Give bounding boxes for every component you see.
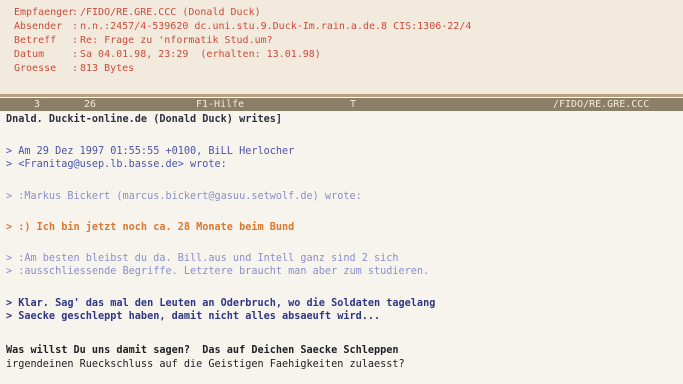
message-line: > Am 29 Dez 1997 01:55:55 +0100, BiLL He…: [6, 146, 295, 157]
header-divider: [0, 94, 683, 97]
status-line-number: 3: [34, 99, 41, 110]
message-line: > :Am besten bleibst du da. Bill.aus und…: [6, 253, 399, 264]
status-column-number: 26: [84, 99, 97, 110]
status-bar: 3 26 F1-Hilfe T /FIDO/RE.GRE.CCC: [0, 98, 683, 111]
header-row-subject: Betreff: Re: Frage zu 'nformatik Stud.um?: [14, 35, 273, 46]
header-row-sender: Absender: n.n.:2457/4-539620 dc.uni.stu.9…: [14, 21, 472, 32]
message-line: irgendeinen Rueckschluss auf die Geistig…: [6, 359, 405, 370]
message-line: Was willst Du uns damit sagen? Das auf D…: [6, 345, 399, 356]
sender-label: Absender: [14, 21, 63, 32]
message-line: > <Franitag@usep.lb.basse.de> wrote:: [6, 159, 227, 170]
size-value: 813 Bytes: [80, 63, 135, 74]
header-row-date: Datum: Sa 04.01.98, 23:29 (erhalten: 13.0…: [14, 49, 321, 60]
status-help-hint[interactable]: F1-Hilfe: [196, 98, 244, 111]
subject-label: Betreff: [14, 35, 57, 46]
from-label: Empfaenger: [14, 7, 75, 18]
date-label: Datum: [14, 49, 45, 60]
message-line: Dnald. Duckit-online.de (Donald Duck) wr…: [6, 114, 283, 125]
message-header: Empfaenger:/FIDO/RE.GRE.CCC (Donald Duck…: [0, 0, 683, 96]
message-line: > Klar. Sag' das mal den Leuten an Oderb…: [6, 298, 436, 309]
message-line: > :Markus Bickert (marcus.bickert@gasuu.…: [6, 191, 362, 202]
header-row-from: Empfaenger:/FIDO/RE.GRE.CCC (Donald Duck…: [14, 7, 261, 18]
status-area-name: /FIDO/RE.GRE.CCC: [553, 99, 650, 110]
subject-value: Re: Frage zu 'nformatik Stud.um?: [80, 35, 273, 46]
message-line: > :) Ich bin jetzt noch ca. 28 Monate be…: [6, 222, 295, 233]
message-body: Dnald. Duckit-online.de (Donald Duck) wr…: [0, 111, 683, 384]
from-value: /FIDO/RE.GRE.CCC (Donald Duck): [80, 7, 261, 18]
message-line: > Saecke geschleppt haben, damit nicht a…: [6, 311, 381, 322]
message-viewer-window: Empfaenger:/FIDO/RE.GRE.CCC (Donald Duck…: [0, 0, 683, 384]
date-value: Sa 04.01.98, 23:29 (erhalten: 13.01.98): [80, 49, 321, 60]
size-label: Groesse: [14, 63, 57, 74]
message-line: > :ausschliessende Begriffe. Letztere br…: [6, 266, 430, 277]
header-row-size: Groesse:813 Bytes: [14, 63, 135, 74]
sender-value: n.n.:2457/4-539620 dc.uni.stu.9.Duck-Im.…: [80, 21, 472, 32]
status-mode-indicator: T: [350, 99, 357, 110]
